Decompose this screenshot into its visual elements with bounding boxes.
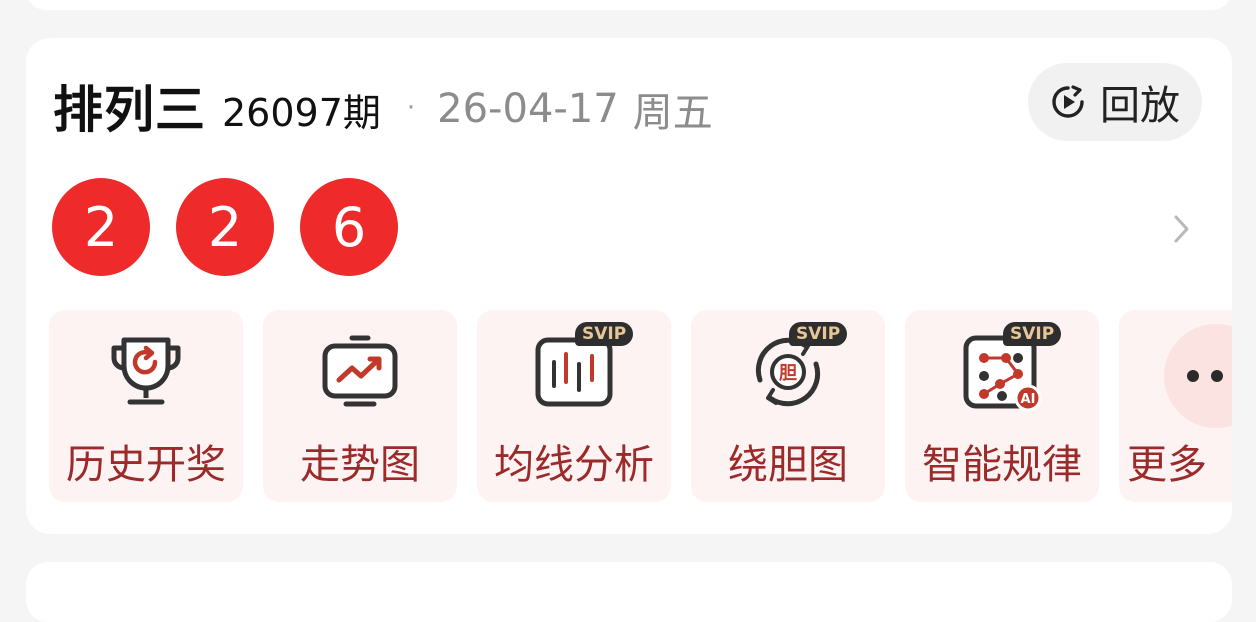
number-ball: 2 — [176, 178, 274, 276]
tool-rao-dan-chart[interactable]: 胆 SVIP 绕胆图 — [691, 310, 885, 502]
draw-numbers: 2 2 6 — [52, 178, 424, 276]
replay-icon — [1052, 85, 1084, 118]
icon-text: AI — [1021, 392, 1036, 407]
tool-label: 历史开奖 — [66, 442, 226, 488]
svip-badge: SVIP — [789, 322, 848, 346]
tool-label: 智能规律 — [922, 442, 1082, 488]
more-dots-icon — [1187, 370, 1232, 382]
tool-history-draws[interactable]: 历史开奖 — [49, 310, 243, 502]
chevron-right-icon[interactable] — [1168, 211, 1194, 247]
number-ball: 2 — [52, 178, 150, 276]
draw-weekday: 周五 — [632, 90, 713, 136]
tools-row: 历史开奖 走势图 SVIP 均线分析 胆 SVIP 绕胆图 AI SVIP 智能… — [49, 310, 1232, 502]
separator-dot: · — [406, 93, 416, 123]
tool-label: 走势图 — [300, 442, 420, 488]
number-ball: 6 — [300, 178, 398, 276]
title-row: 排列三 26097期 · 26-04-17 周五 — [53, 68, 713, 144]
svip-badge: SVIP — [575, 322, 634, 346]
tool-more[interactable]: 更多 — [1119, 310, 1232, 502]
tool-label: 绕胆图 — [728, 442, 848, 488]
svip-badge: SVIP — [1003, 322, 1062, 346]
trophy-refresh-icon — [111, 337, 181, 405]
tool-trend-chart[interactable]: 走势图 — [263, 310, 457, 502]
issue-number: 26097期 — [222, 90, 381, 135]
lottery-result-card: 排列三 26097期 · 26-04-17 周五 回放 2 2 6 历史开奖 走… — [26, 38, 1232, 534]
replay-button[interactable]: 回放 — [1028, 63, 1202, 141]
replay-label: 回放 — [1100, 83, 1180, 129]
tool-label: 均线分析 — [494, 442, 654, 488]
tool-label: 更多 — [1127, 442, 1207, 488]
tool-smart-pattern[interactable]: AI SVIP 智能规律 — [905, 310, 1099, 502]
lottery-name: 排列三 — [53, 81, 206, 139]
draw-date: 26-04-17 — [437, 86, 619, 132]
tool-moving-average[interactable]: SVIP 均线分析 — [477, 310, 671, 502]
icon-text: 胆 — [778, 363, 797, 384]
previous-card — [26, 0, 1232, 10]
next-card — [26, 562, 1232, 622]
trend-monitor-icon — [322, 335, 398, 407]
